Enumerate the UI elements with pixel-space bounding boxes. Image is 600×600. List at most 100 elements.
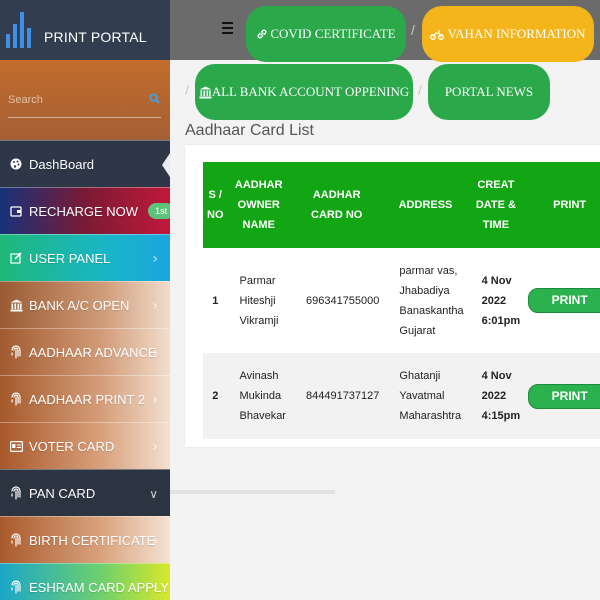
cell-text: 4:15pm (481, 410, 521, 422)
sidebar-item-voter-card[interactable]: VOTER CARD › (0, 422, 170, 469)
fingerprint-icon (9, 345, 23, 359)
cell-date-time: 4 Nov 2022 4:15pm (467, 353, 525, 439)
cell-text: Ghatanji (399, 370, 441, 382)
header-text: OWNER (237, 199, 280, 211)
cell-print: PRINT (524, 353, 600, 439)
breadcrumb-separator: / (411, 22, 415, 38)
cell-card-no: 844491737127 (289, 353, 384, 439)
print-button[interactable]: PRINT (528, 288, 600, 313)
table-header-row: S / NO AADHAR OWNER NAME AADHAR CARD NO … (203, 162, 600, 248)
sidebar-item-eshram-card-apply[interactable]: ESHRAM CARD APPLY › (0, 563, 170, 600)
sidebar-item-label: BIRTH CERTIFICATE (29, 532, 156, 548)
chevron-down-icon: ∨ (149, 487, 158, 501)
cell-text: Yavatmal (399, 390, 445, 402)
page-title: Aadhaar Card List (185, 122, 314, 139)
vahan-information-label: VAHAN INFORMATION (447, 26, 586, 41)
cell-print: PRINT (524, 248, 600, 353)
sidebar-item-label: PAN CARD (29, 485, 96, 501)
sidebar: PRINT PORTAL DashBoard RECHARGE NOW 1st … (0, 0, 170, 600)
sidebar-item-birth-certificate[interactable]: BIRTH CERTIFICATE › (0, 516, 170, 563)
sidebar-item-bank-ac-open[interactable]: BANK A/C OPEN › (0, 281, 170, 328)
cell-owner-name: Avinash Mukinda Bhavekar (227, 353, 290, 439)
brand-header: PRINT PORTAL (0, 0, 170, 60)
horizontal-scrollbar[interactable] (170, 490, 335, 494)
palette-icon (9, 157, 23, 171)
fingerprint-icon (9, 486, 23, 500)
sidebar-item-dashboard[interactable]: DashBoard (0, 140, 170, 187)
brand-title: PRINT PORTAL (44, 29, 147, 45)
covid-certificate-label: COVID CERTIFICATE (270, 26, 396, 41)
header-owner-name: AADHAR OWNER NAME (227, 162, 290, 248)
sidebar-item-aadhaar-advance[interactable]: AADHAAR ADVANCE › (0, 328, 170, 375)
cell-owner-name: Parmar Hiteshji Vikramji (227, 248, 290, 353)
id-card-icon (9, 439, 23, 453)
vahan-information-button[interactable]: VAHAN INFORMATION (422, 6, 594, 62)
top-bar: COVID CERTIFICATE / VAHAN INFORMATION (170, 0, 600, 62)
covid-certificate-button[interactable]: COVID CERTIFICATE (246, 6, 406, 62)
breadcrumb-separator: / (185, 82, 189, 98)
sidebar-item-label: USER PANEL (29, 250, 111, 266)
all-bank-account-opening-button[interactable]: ALL BANK ACCOUNT OPPENING (195, 64, 413, 120)
chevron-right-icon: › (152, 439, 158, 455)
cell-text: Mukinda (239, 390, 282, 402)
wallet-icon (9, 204, 23, 218)
header-print: PRINT (524, 162, 600, 248)
sidebar-item-aadhaar-print-2[interactable]: AADHAAR PRINT 2 › (0, 375, 170, 422)
search-area (0, 60, 170, 140)
edit-icon (9, 251, 23, 265)
active-indicator (162, 153, 170, 177)
cell-text: parmar vas, (399, 264, 458, 277)
cell-card-no: 696341755000 (289, 248, 384, 353)
header-text: NAME (242, 219, 275, 231)
header-text: ADDRESS (398, 199, 453, 211)
header-text: CREAT (477, 179, 515, 191)
header-date-time: CREAT DATE & TIME (467, 162, 525, 248)
cell-date-time: 4 Nov 2022 6:01pm (467, 248, 525, 353)
header-card-no: AADHAR CARD NO (289, 162, 384, 248)
portal-news-label: PORTAL NEWS (444, 84, 534, 99)
header-text: TIME (482, 219, 510, 231)
bar-chart-icon (6, 12, 36, 48)
all-bank-account-opening-label: ALL BANK ACCOUNT OPPENING (211, 84, 410, 99)
search-input[interactable] (8, 88, 138, 112)
search-icon[interactable] (149, 93, 160, 104)
sidebar-item-user-panel[interactable]: USER PANEL › (0, 234, 170, 281)
aadhaar-table: S / NO AADHAR OWNER NAME AADHAR CARD NO … (203, 162, 600, 439)
header-text: CARD NO (311, 209, 363, 221)
cell-text: 4 Nov (481, 274, 512, 287)
chevron-right-icon: › (152, 345, 158, 361)
chevron-right-icon: › (152, 251, 158, 267)
cell-text: 2022 (481, 390, 507, 402)
portal-news-button[interactable]: PORTAL NEWS (428, 64, 550, 120)
header-text: AADHAR (312, 189, 361, 201)
cell-sno: 1 (203, 248, 228, 353)
chevron-right-icon: › (152, 392, 158, 408)
print-button[interactable]: PRINT (528, 383, 600, 409)
cell-text: 2022 (481, 294, 507, 307)
header-text: DATE & (475, 199, 516, 211)
sidebar-item-label: BANK A/C OPEN (29, 297, 130, 313)
menu-toggle-icon[interactable] (222, 22, 233, 35)
table-row: 2 Avinash Mukinda Bhavekar 844491737127 … (203, 353, 600, 439)
cell-text: Parmar (239, 274, 276, 287)
aadhaar-list-card: S / NO AADHAR OWNER NAME AADHAR CARD NO … (185, 145, 600, 447)
cell-text: 4 Nov (481, 370, 512, 382)
fingerprint-icon (9, 533, 23, 547)
breadcrumb-separator: / (418, 82, 422, 98)
motorcycle-icon (430, 29, 445, 40)
cell-address: parmar vas, Jhabadiya Banaskantha Gujara… (383, 248, 468, 353)
sidebar-item-label: ESHRAM CARD APPLY (29, 579, 169, 595)
sidebar-item-pan-card[interactable]: PAN CARD ∨ (0, 469, 170, 516)
header-sno: S / NO (203, 162, 228, 248)
cell-text: Hiteshji (239, 294, 276, 307)
bank-icon (9, 298, 23, 312)
sidebar-item-label: AADHAAR PRINT 2 (29, 391, 146, 407)
cell-text: Jhabadiya (399, 284, 450, 297)
fingerprint-icon (9, 580, 23, 594)
header-text: NO (207, 209, 224, 221)
header-text: S / (208, 189, 222, 201)
cell-address: Ghatanji Yavatmal Maharashtra (383, 353, 468, 439)
sidebar-item-recharge[interactable]: RECHARGE NOW 1st (0, 187, 170, 234)
table-row: 1 Parmar Hiteshji Vikramji 696341755000 … (203, 248, 600, 353)
chevron-right-icon: › (152, 533, 158, 549)
